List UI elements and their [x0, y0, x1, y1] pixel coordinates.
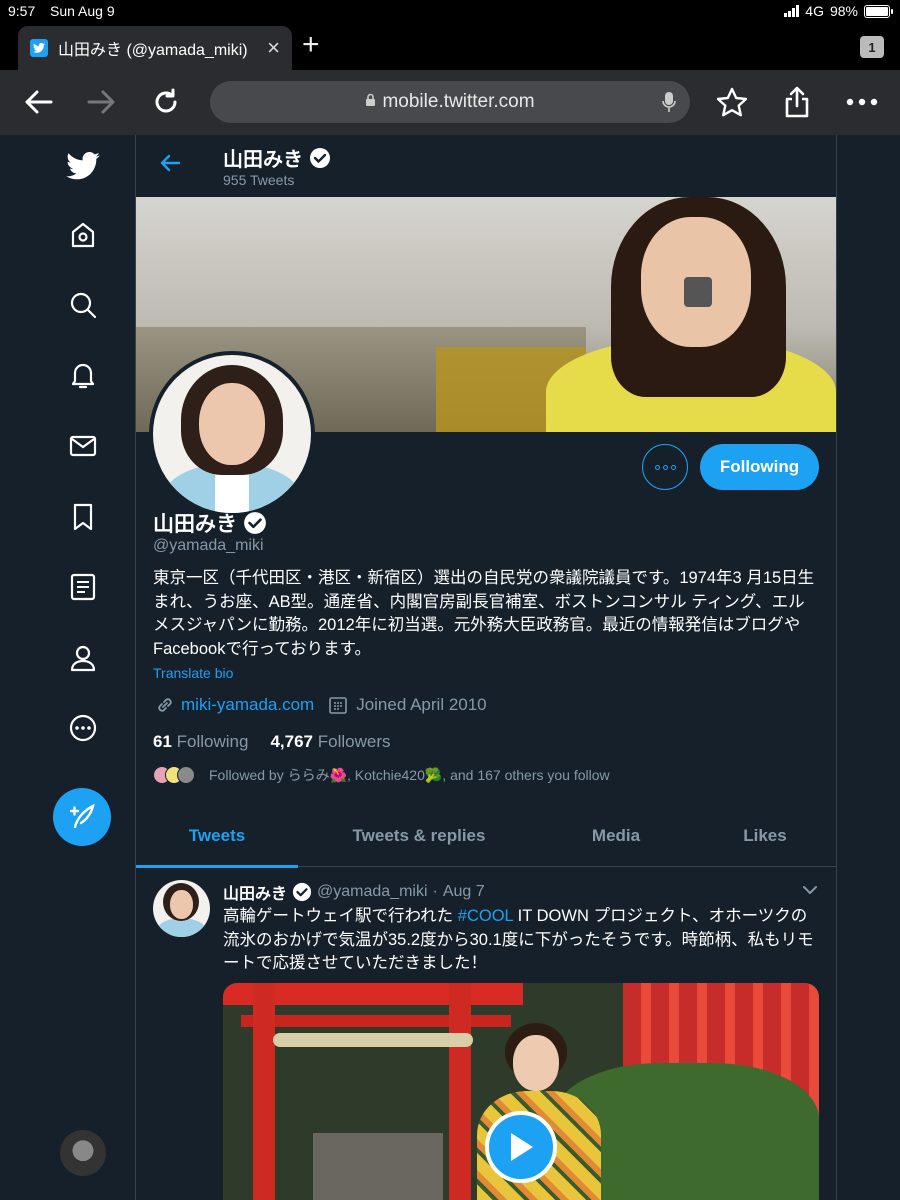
follower-avatars	[153, 766, 195, 784]
profile-handle: @yamada_miki	[153, 537, 264, 554]
tab-likes[interactable]: Likes	[711, 805, 819, 867]
share-icon[interactable]	[779, 84, 815, 120]
lock-icon	[365, 91, 376, 113]
following-button[interactable]: Following	[700, 444, 819, 490]
forward-icon[interactable]	[84, 84, 120, 120]
tweet-avatar[interactable]	[153, 880, 210, 937]
joined-date: Joined April 2010	[356, 695, 487, 714]
profile-bio: 東京一区（千代田区・港区・新宿区）選出の自民党の衆議院議員です。1974年3 月…	[153, 569, 815, 658]
network-label: 4G	[805, 3, 824, 19]
twitter-app: 山田みき 955 Tweets Following 山田みき @yamada_m…	[0, 135, 900, 1200]
battery-label: 98%	[829, 3, 858, 19]
profile-header-bar: 山田みき 955 Tweets	[136, 135, 836, 197]
url-text: mobile.twitter.com	[382, 91, 535, 112]
battery-icon	[864, 4, 893, 18]
profile-more-button[interactable]	[642, 444, 688, 490]
compose-icon	[69, 803, 95, 829]
tweet-video[interactable]	[223, 983, 819, 1200]
back-arrow-icon[interactable]	[158, 151, 182, 180]
tweet-text: 高輪ゲートウェイ駅で行われた #COOL IT DOWN プロジェクト、オホーツ…	[223, 905, 823, 976]
profile-icon[interactable]	[60, 635, 106, 681]
tab-media[interactable]: Media	[556, 805, 676, 867]
microphone-icon[interactable]	[662, 91, 676, 119]
notifications-bell-icon[interactable]	[60, 352, 106, 398]
tweet-date[interactable]: Aug 7	[443, 883, 485, 901]
tweet-count: 955 Tweets	[223, 172, 295, 188]
website-link[interactable]: miki-yamada.com	[181, 695, 314, 715]
tweet-author-handle: @yamada_miki	[317, 883, 428, 900]
status-bar: 9:57 Sun Aug 9 4G 98%	[0, 0, 900, 24]
verified-badge-icon	[310, 147, 330, 168]
profile-display-name: 山田みき	[153, 508, 267, 538]
followers-count-link[interactable]: 4,767 Followers	[270, 732, 390, 752]
tab-tweets[interactable]: Tweets	[136, 805, 298, 868]
search-icon[interactable]	[60, 282, 106, 328]
calendar-icon	[329, 697, 348, 714]
tab-title: 山田みき (@yamada_miki)	[58, 42, 248, 59]
browser-tab-bar: 山田みき (@yamada_miki) × + 1	[0, 24, 900, 70]
followers-label: Followers	[317, 732, 391, 751]
header-display-name: 山田みき	[223, 143, 331, 172]
back-icon[interactable]	[20, 84, 56, 120]
follow-counts: 61 Following 4,767 Followers	[153, 732, 391, 752]
chevron-down-icon[interactable]	[802, 882, 818, 900]
play-icon	[511, 1133, 533, 1161]
tweet-header: 山田みき @yamada_miki · Aug 7	[223, 880, 485, 904]
tweet-item[interactable]: 山田みき @yamada_miki · Aug 7 高輪ゲートウェイ駅で行われた…	[136, 868, 836, 1200]
reload-icon[interactable]	[148, 84, 184, 120]
header-name-text: 山田みき	[223, 149, 303, 171]
hashtag-link[interactable]: #COOL	[458, 907, 513, 925]
following-label: Following	[176, 732, 249, 751]
side-navigation	[0, 135, 135, 1200]
account-avatar[interactable]	[60, 1130, 106, 1176]
tab-count-button[interactable]: 1	[860, 36, 884, 58]
home-icon[interactable]	[60, 212, 106, 258]
compose-tweet-button[interactable]	[53, 788, 111, 846]
signal-icon	[784, 5, 800, 17]
address-bar[interactable]: mobile.twitter.com	[210, 81, 690, 123]
followed-by-row[interactable]: Followed by ららみ🌺, Kotchie420🥦, and 167 o…	[153, 765, 610, 785]
status-time: 9:57	[8, 3, 36, 19]
twitter-favicon-icon	[30, 39, 48, 57]
bookmark-star-icon[interactable]	[714, 84, 750, 120]
bookmarks-icon[interactable]	[60, 494, 106, 540]
followers-count: 4,767	[270, 732, 314, 751]
tweet-author-name[interactable]: 山田みき	[223, 880, 287, 904]
tweet-text-part: 高輪ゲートウェイ駅で行われた	[223, 907, 458, 925]
twitter-logo-icon[interactable]	[60, 143, 106, 189]
link-icon	[158, 698, 172, 712]
browser-tab[interactable]: 山田みき (@yamada_miki) ×	[18, 26, 292, 70]
tab-tweets-replies[interactable]: Tweets & replies	[321, 805, 517, 867]
more-options-icon[interactable]	[60, 705, 106, 751]
translate-bio-link[interactable]: Translate bio	[153, 665, 233, 681]
lists-icon[interactable]	[60, 564, 106, 610]
profile-name-text: 山田みき	[153, 513, 237, 536]
following-count-link[interactable]: 61 Following	[153, 732, 248, 752]
followed-by-text: Followed by ららみ🌺, Kotchie420🥦, and 167 o…	[209, 767, 610, 783]
tweet-separator: ·	[432, 883, 438, 900]
new-tab-icon[interactable]: +	[302, 30, 320, 60]
more-menu-icon[interactable]	[844, 84, 880, 120]
verified-badge-icon	[244, 512, 266, 534]
play-video-button[interactable]	[485, 1111, 557, 1183]
profile-tabs: Tweets Tweets & replies Media Likes	[136, 805, 836, 868]
close-tab-icon[interactable]: ×	[267, 37, 280, 59]
browser-toolbar: mobile.twitter.com	[0, 70, 900, 135]
status-date: Sun Aug 9	[50, 3, 115, 19]
profile-avatar[interactable]	[149, 351, 315, 517]
verified-badge-icon	[292, 882, 312, 902]
profile-column: 山田みき 955 Tweets Following 山田みき @yamada_m…	[135, 135, 837, 1200]
following-count: 61	[153, 732, 172, 751]
profile-meta: miki-yamada.com Joined April 2010	[155, 695, 487, 715]
messages-mail-icon[interactable]	[60, 423, 106, 469]
